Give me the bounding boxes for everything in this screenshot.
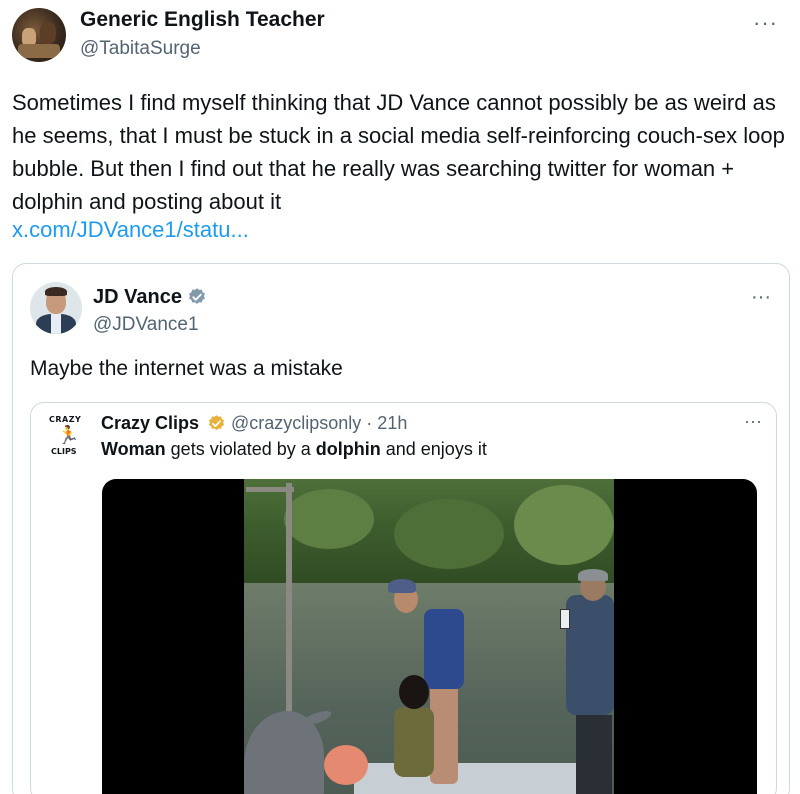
text-bold-dolphin: dolphin xyxy=(315,439,381,459)
author-handle[interactable]: @TabitaSurge xyxy=(80,38,201,60)
nested-author-name[interactable]: Crazy Clips xyxy=(101,413,199,434)
tweet-text: Sometimes I find myself thinking that JD… xyxy=(12,90,785,214)
logo-text-bottom: CLIPS xyxy=(51,447,77,456)
quoted-author-handle[interactable]: @JDVance1 xyxy=(93,314,199,336)
running-figure-icon: 🏃 xyxy=(57,425,80,446)
more-options-icon[interactable]: ··· xyxy=(751,286,771,309)
more-options-icon[interactable]: ··· xyxy=(744,411,762,432)
nested-quoted-tweet-card[interactable]: CRAZY 🏃 CLIPS Crazy Clips @crazyclipsonl… xyxy=(30,402,777,794)
crazy-clips-logo[interactable]: CRAZY 🏃 CLIPS xyxy=(43,413,89,459)
more-options-icon[interactable]: ··· xyxy=(753,10,778,36)
text-plain-1: gets violated by a xyxy=(165,439,316,459)
video-player[interactable] xyxy=(102,479,757,794)
author-name[interactable]: Generic English Teacher xyxy=(80,8,325,32)
quoted-tweet-card[interactable]: JD Vance @JDVance1 ··· Maybe the interne… xyxy=(12,263,790,794)
author-avatar[interactable] xyxy=(12,8,66,62)
nested-author-handle[interactable]: @crazyclipsonly · 21h xyxy=(231,413,407,434)
video-frame xyxy=(244,479,614,794)
text-bold-woman: Woman xyxy=(101,439,166,459)
quoted-author-name[interactable]: JD Vance xyxy=(93,286,182,309)
text-plain-2: and enjoys it xyxy=(380,439,487,459)
nested-tweet-text: Woman gets violated by a dolphin and enj… xyxy=(101,439,487,460)
quoted-tweet-text: Maybe the internet was a mistake xyxy=(30,357,343,380)
verified-badge-icon xyxy=(208,415,225,431)
tweet-link[interactable]: x.com/JDVance1/statu... xyxy=(12,217,249,243)
logo-text-top: CRAZY xyxy=(49,415,82,424)
verified-badge-icon xyxy=(189,288,205,304)
quoted-author-avatar[interactable] xyxy=(30,282,82,334)
